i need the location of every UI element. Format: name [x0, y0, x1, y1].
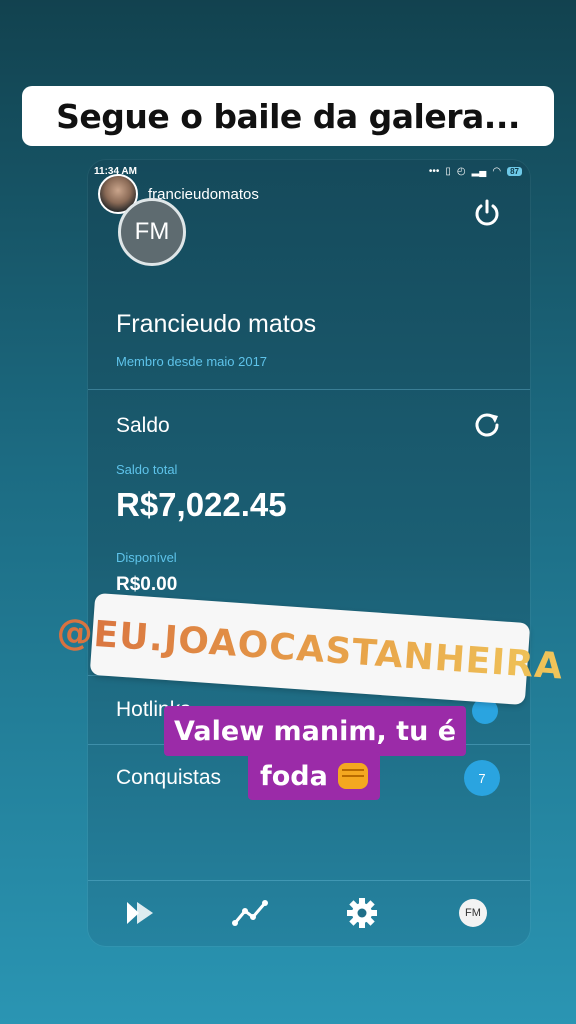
bottom-nav: FM	[88, 880, 530, 946]
profile-avatar[interactable]: FM	[118, 198, 186, 266]
menu-item-achievements[interactable]: Conquistas	[116, 766, 221, 790]
fist-emoji-icon	[337, 763, 368, 789]
app-screen: 11:34 AM ••• ▯ ◴ ▂▄ ◠ 87 francieudomatos…	[88, 160, 530, 946]
nav-settings-button[interactable]	[344, 895, 380, 931]
balance-title: Saldo	[116, 414, 170, 437]
trend-line-icon	[232, 900, 268, 926]
available-balance-value: R$0.00	[116, 574, 178, 595]
profile-name: Francieudo matos	[116, 310, 317, 338]
divider	[88, 389, 530, 390]
text-sticker-line2: foda	[248, 752, 380, 800]
total-balance-value: R$7,022.45	[116, 486, 287, 523]
signal-icon: ▂▄	[471, 166, 487, 177]
total-balance-label: Saldo total	[116, 462, 178, 477]
alarm-icon: ◴	[456, 166, 466, 177]
power-icon[interactable]	[472, 198, 502, 228]
achievements-count-badge: 7	[464, 760, 500, 796]
nav-stats-button[interactable]	[232, 895, 268, 931]
status-icons: ••• ▯ ◴ ▂▄ ◠ 87	[429, 166, 522, 177]
text-sticker-line1: Valew manim, tu é	[164, 706, 467, 756]
refresh-icon[interactable]	[472, 410, 502, 440]
text-sticker-line2-text: foda	[260, 760, 328, 792]
mention-sticker-text: @EU.JOAOCASTANHEIRA	[55, 610, 565, 688]
story-caption: Segue o baile da galera...	[22, 86, 554, 146]
wifi-icon: ◠	[492, 166, 502, 177]
nav-play-button[interactable]	[122, 895, 158, 931]
vibrate-icon: ▯	[445, 166, 451, 177]
notification-dots-icon: •••	[428, 166, 440, 177]
nav-profile-avatar: FM	[459, 899, 487, 927]
member-since: Membro desde maio 2017	[116, 354, 268, 369]
nav-profile-button[interactable]: FM	[455, 895, 491, 931]
available-balance-label: Disponível	[116, 550, 177, 565]
battery-icon: 87	[507, 167, 522, 176]
play-forward-icon	[127, 902, 153, 924]
story-user[interactable]: francieudomatos	[98, 174, 259, 214]
gear-icon	[347, 898, 377, 928]
